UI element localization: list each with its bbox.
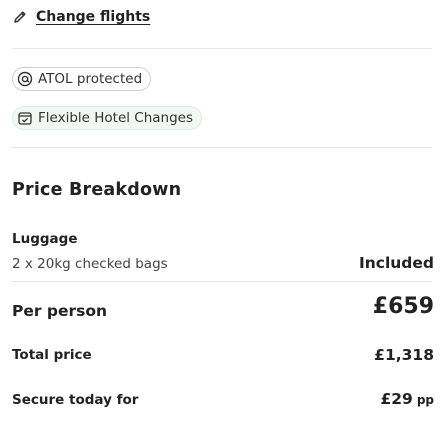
total-price-label: Total price <box>12 347 92 363</box>
luggage-value: Included <box>358 254 434 272</box>
divider <box>12 147 432 148</box>
change-flights-link[interactable]: Change flights <box>12 6 150 28</box>
price-breakdown-title: Price Breakdown <box>12 180 182 200</box>
flexible-hotel-changes-label: Flexible Hotel Changes <box>38 110 194 126</box>
atol-shield-icon <box>17 71 33 87</box>
atol-protected-label: ATOL protected <box>38 71 143 87</box>
divider <box>12 281 432 282</box>
divider <box>12 48 432 49</box>
secure-today-label: Secure today for <box>12 392 139 408</box>
luggage-title: Luggage <box>12 231 78 247</box>
pencil-icon <box>12 9 28 25</box>
per-person-price: £659 <box>372 294 434 319</box>
luggage-description: 2 x 20kg checked bags <box>12 256 168 272</box>
atol-protected-badge: ATOL protected <box>12 67 152 91</box>
per-person-suffix: pp <box>416 393 434 407</box>
per-person-label: Per person <box>12 302 108 320</box>
total-price-value: £1,318 <box>374 346 434 364</box>
flexible-hotel-changes-badge: Flexible Hotel Changes <box>12 106 203 130</box>
secure-today-price: £29 pp <box>380 390 434 408</box>
secure-today-amount: £29 <box>380 390 413 408</box>
calendar-check-icon <box>17 110 33 126</box>
change-flights-label: Change flights <box>36 9 151 25</box>
